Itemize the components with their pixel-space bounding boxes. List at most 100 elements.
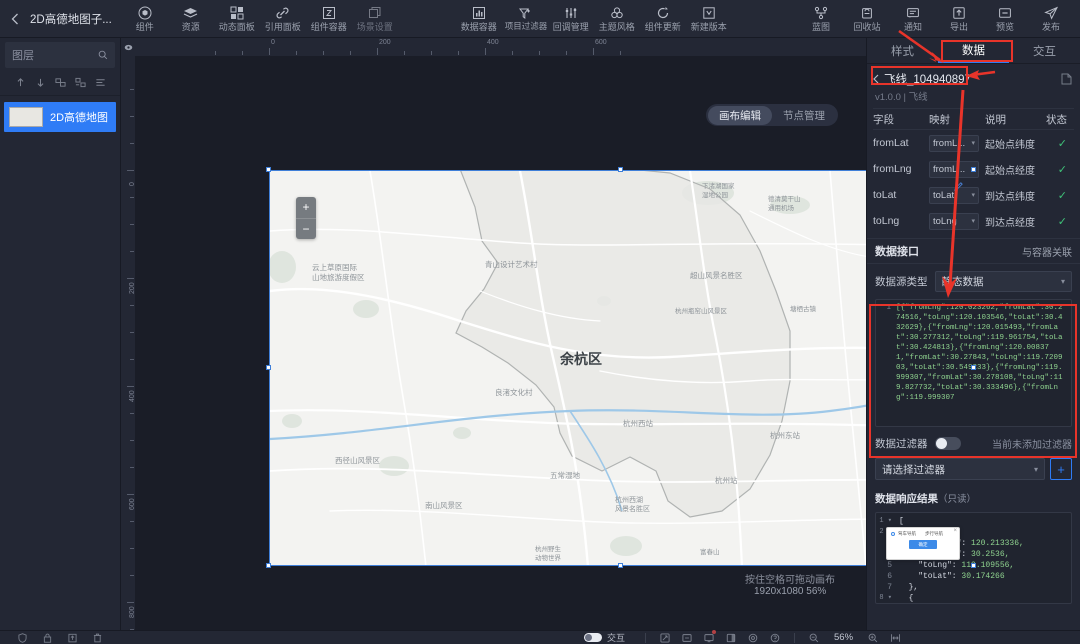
component-back-button[interactable] bbox=[873, 74, 879, 84]
toolbar-item-label: 组件更新 bbox=[644, 21, 681, 32]
toolbar-item-dynamic-panel[interactable]: 动态面板 bbox=[214, 0, 260, 38]
toolbar-item-preview[interactable]: 预览 bbox=[982, 0, 1028, 38]
map-zoom-in-button[interactable]: + bbox=[296, 197, 316, 219]
delete-icon[interactable] bbox=[93, 633, 102, 643]
group-icon[interactable] bbox=[54, 77, 66, 88]
align-top-icon[interactable] bbox=[15, 77, 26, 88]
datasource-select[interactable]: 静态数据 ▾ bbox=[934, 271, 1072, 292]
selection-handle-bl[interactable] bbox=[266, 563, 271, 568]
toolbar-item-label: 通知 bbox=[903, 21, 922, 32]
selection-handle-tr[interactable] bbox=[971, 167, 976, 172]
static-data-editor[interactable]: 1 [{"fromLng":120.023262,"fromLat":30.27… bbox=[875, 299, 1072, 427]
map-label: 余杭区 bbox=[560, 351, 602, 367]
selection-handle-bc[interactable] bbox=[618, 563, 623, 568]
tab-data[interactable]: 数据 bbox=[938, 38, 1009, 63]
mapping-select[interactable]: fromL... ▾ bbox=[929, 134, 979, 152]
api-container-link[interactable]: 与容器关联 bbox=[1022, 244, 1072, 259]
zoom-out-icon[interactable] bbox=[809, 633, 819, 643]
fit-screen-icon[interactable] bbox=[890, 633, 901, 643]
lock-icon[interactable] bbox=[43, 633, 52, 643]
ruler-corner-toggle[interactable] bbox=[121, 38, 135, 56]
popup-option-b[interactable]: 步行导航 bbox=[925, 531, 943, 537]
toolbar-item-data-container[interactable]: 数据容器 bbox=[456, 0, 502, 38]
data-filter-toggle[interactable] bbox=[934, 437, 961, 450]
toolbar-item-component-container[interactable]: 组件容器 bbox=[306, 0, 352, 38]
toolbar-item-label: 回收站 bbox=[853, 21, 881, 32]
toolbar-item-scene-settings[interactable]: 场景设置 bbox=[352, 0, 398, 38]
canvas-mode-toggle[interactable]: 画布编辑 节点管理 bbox=[706, 104, 838, 126]
screen-icon[interactable] bbox=[704, 629, 717, 643]
table-header-row: 字段 映射 说明 状态 bbox=[873, 108, 1074, 130]
toolbar-item-callback-manage[interactable]: 回调管理 bbox=[548, 0, 594, 38]
add-filter-button[interactable]: + bbox=[1050, 458, 1072, 480]
ruler-h-label: 200 bbox=[379, 39, 391, 46]
toolbar-item-components[interactable]: 组件 bbox=[122, 0, 168, 38]
ruler-v-label: 600 bbox=[129, 498, 135, 510]
zoom-in-icon[interactable] bbox=[868, 633, 878, 643]
toolbar-item-new-version[interactable]: 新建版本 bbox=[686, 0, 732, 38]
vertical-ruler[interactable]: 0 200 400 600 800 bbox=[121, 56, 135, 630]
toolbar-item-notification[interactable]: 通知 bbox=[890, 0, 936, 38]
toolbar-item-label: 蓝图 bbox=[811, 21, 830, 32]
zoom-level-label[interactable]: 56% bbox=[834, 632, 853, 643]
toolbar-item-theme-style[interactable]: 主题风格 bbox=[594, 0, 640, 38]
mode-tab-canvas-edit[interactable]: 画布编辑 bbox=[708, 105, 772, 125]
radio-icon[interactable] bbox=[891, 532, 895, 536]
map-zoom-control[interactable]: + − bbox=[296, 197, 316, 239]
popup-option-a[interactable]: 驾车导航 bbox=[898, 531, 916, 537]
help-icon[interactable] bbox=[770, 633, 780, 643]
map-popup[interactable]: × 驾车导航 步行导航 确定 bbox=[886, 527, 960, 560]
tab-interaction[interactable]: 交互 bbox=[1009, 38, 1080, 63]
horizontal-ruler[interactable]: 0 200 400 600 bbox=[135, 38, 866, 56]
toolbar-item-component-update[interactable]: 组件更新 bbox=[640, 0, 686, 38]
field-description: 起始点经度 bbox=[985, 165, 1035, 177]
selection-handle-tl[interactable] bbox=[266, 167, 271, 172]
toolbar-item-blueprint[interactable]: 蓝图 bbox=[798, 0, 844, 38]
filter-select[interactable]: 请选择过滤器 ▾ bbox=[875, 458, 1045, 480]
toolbar-item-resources[interactable]: 资源 bbox=[168, 0, 214, 38]
ungroup-icon[interactable] bbox=[74, 77, 86, 88]
layer-search-input[interactable]: 图层 bbox=[5, 42, 115, 68]
cursor-icon[interactable] bbox=[660, 632, 670, 643]
datasource-value: 静态数据 bbox=[941, 276, 984, 288]
popup-options: 驾车导航 步行导航 bbox=[891, 531, 955, 537]
toolbar-item-label: 数据容器 bbox=[460, 21, 497, 32]
align-bottom-icon[interactable] bbox=[35, 77, 46, 88]
tab-style[interactable]: 样式 bbox=[867, 38, 938, 63]
interaction-toggle[interactable] bbox=[584, 633, 602, 642]
mapping-select[interactable]: toLng ▾ bbox=[929, 212, 979, 230]
toolbar-item-reference-panel[interactable]: 引用面板 bbox=[260, 0, 306, 38]
panel-icon[interactable] bbox=[726, 633, 736, 643]
target-icon[interactable] bbox=[748, 633, 758, 643]
toolbar-item-label: 引用面板 bbox=[264, 21, 301, 32]
field-mapping-cell: fromL...▾ bbox=[929, 160, 985, 178]
back-button[interactable] bbox=[0, 0, 30, 38]
selection-handle-ml[interactable] bbox=[266, 365, 271, 370]
map-label: 杭州野生 动物世界 bbox=[535, 546, 561, 562]
selection-handle-tc[interactable] bbox=[618, 167, 623, 172]
toolbar-item-publish[interactable]: 发布 bbox=[1028, 0, 1074, 38]
popup-confirm-button[interactable]: 确定 bbox=[909, 540, 937, 549]
callback-icon bbox=[564, 6, 578, 21]
list-icon[interactable] bbox=[95, 77, 106, 88]
document-icon[interactable] bbox=[1061, 73, 1072, 85]
response-line: [ bbox=[899, 517, 904, 526]
popup-close-icon[interactable]: × bbox=[953, 528, 957, 534]
field-name: fromLng bbox=[873, 163, 912, 175]
pen-icon[interactable] bbox=[951, 179, 965, 193]
selection-handle-br[interactable] bbox=[971, 563, 976, 568]
toolbar-item-recycle-bin[interactable]: 回收站 bbox=[844, 0, 890, 38]
mode-tab-node-manage[interactable]: 节点管理 bbox=[772, 106, 836, 125]
save-icon[interactable] bbox=[68, 633, 77, 643]
top-toolbar: 2D高德地图子... 组件 资源 动态面板 引用面板 组件容器 场景设置 数据容… bbox=[0, 0, 1080, 38]
canvas-area[interactable]: 0 200 400 600 0 200 400 600 800 画布编辑 节点管理 bbox=[121, 38, 976, 630]
toolbar-item-export[interactable]: 导出 bbox=[936, 0, 982, 38]
shield-icon[interactable] bbox=[18, 632, 27, 643]
map-zoom-out-button[interactable]: − bbox=[296, 219, 316, 240]
toolbar-item-project-filter[interactable]: 项目过滤器 bbox=[502, 0, 548, 38]
layer-item-2d-amap[interactable]: 2D高德地图 bbox=[4, 102, 116, 132]
frame-icon[interactable] bbox=[682, 633, 692, 643]
editor-content[interactable]: [{"fromLng":120.023262,"fromLat":30.2745… bbox=[894, 300, 1071, 426]
field-description: 到达点经度 bbox=[985, 217, 1035, 229]
selection-handle-mr[interactable] bbox=[971, 365, 976, 370]
